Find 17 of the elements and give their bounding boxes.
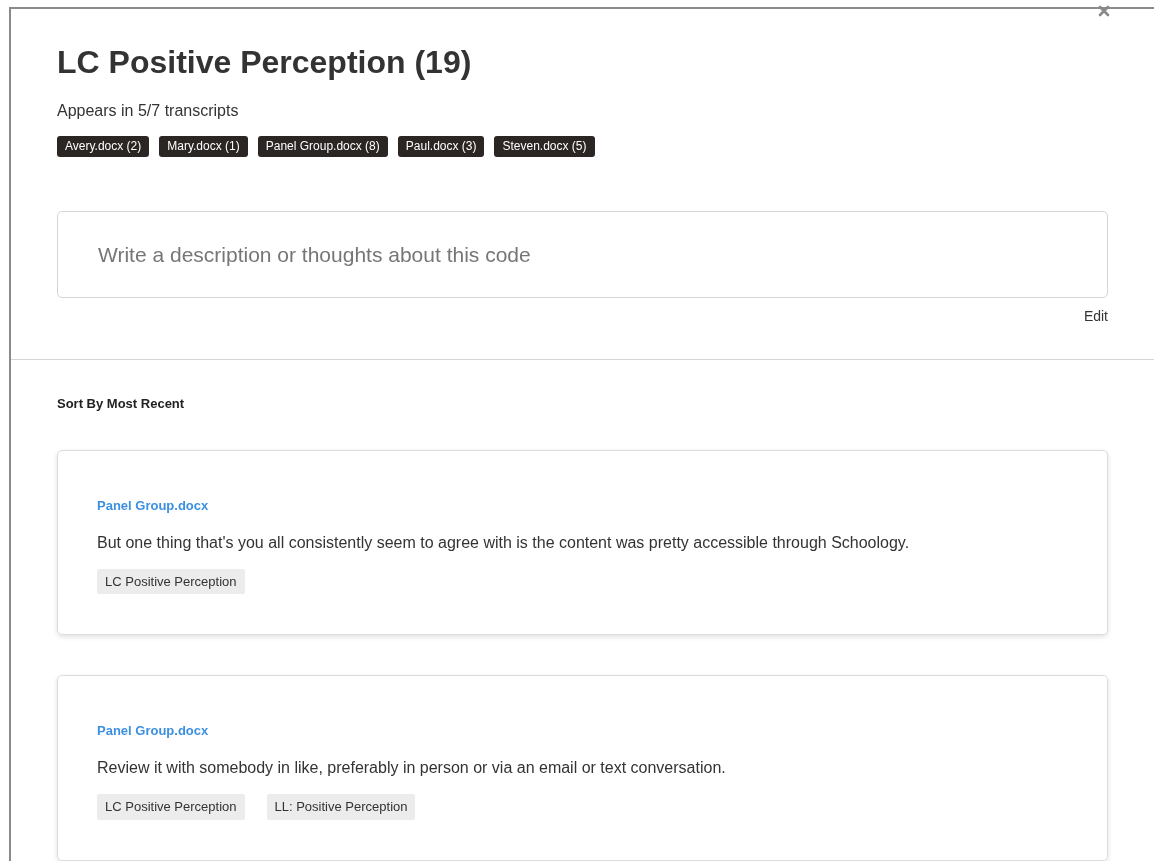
code-title: LC Positive Perception (19) [57, 43, 473, 81]
close-button[interactable] [1096, 3, 1112, 19]
description-input[interactable]: Write a description or thoughts about this code [98, 238, 1067, 271]
file-tag[interactable]: Steven.docx (5) [494, 136, 595, 157]
edit-link[interactable]: Edit [1083, 306, 1108, 327]
file-tag[interactable]: Mary.docx (1) [159, 136, 248, 157]
transcript-count: Appears in 5/7 transcripts [57, 101, 240, 121]
code-tag[interactable]: LC Positive Perception [97, 568, 245, 594]
excerpt-text: But one thing that's you all consistently seem to agree with is the content was pretty accessible through Schoology. [97, 532, 911, 553]
code-tag[interactable]: LC Positive Perception [97, 794, 245, 820]
file-tag[interactable]: Paul.docx (3) [397, 136, 485, 157]
excerpt-text: Review it with somebody in like, preferably in person or via an email or text conversation. [97, 758, 727, 778]
file-tag[interactable]: Avery.docx (2) [57, 136, 150, 157]
sort-label[interactable]: Sort By Most Recent [57, 394, 1108, 414]
file-tag[interactable]: Panel Group.docx (8) [257, 136, 388, 157]
description-field[interactable]: Write a description or thoughts about this code [57, 211, 1108, 298]
code-tag[interactable]: LL: Positive Perception [266, 794, 416, 820]
